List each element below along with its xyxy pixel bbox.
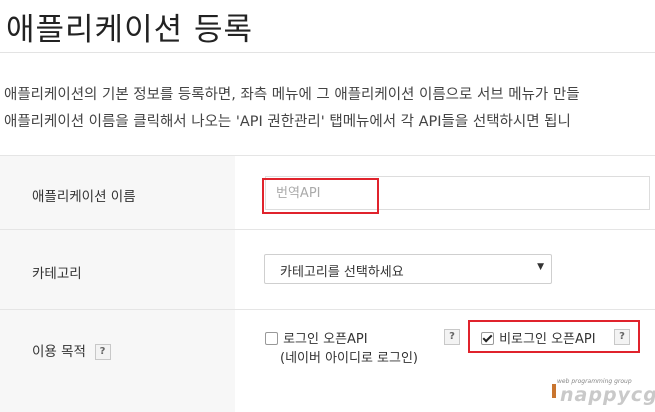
help-icon[interactable]: ? (94, 344, 111, 360)
login-openapi-checkbox[interactable] (265, 332, 278, 345)
login-openapi-sublabel: (네이버 아이디로 로그인) (280, 351, 419, 366)
app-name-row: 애플리케이션 이름 (0, 155, 655, 230)
login-openapi-option[interactable]: 로그인 오픈API (265, 328, 368, 347)
page-description: 애플리케이션의 기본 정보를 등록하면, 좌측 메뉴에 그 애플리케이션 이름으… (4, 82, 655, 136)
purpose-row: 이용 목적 ? 로그인 오픈API (네이버 아이디로 로그인) ? 비로그인 … (0, 309, 655, 412)
category-row: 카테고리 카테고리를 선택하세요 ▼ (0, 229, 655, 310)
app-name-label: 애플리케이션 이름 (32, 189, 136, 205)
highlight-box-nonlogin (468, 320, 640, 353)
highlight-box-app-name (262, 178, 379, 214)
title-divider (0, 52, 655, 53)
category-label: 카테고리 (32, 266, 82, 282)
help-icon[interactable]: ? (444, 329, 460, 345)
category-select-value: 카테고리를 선택하세요 (280, 265, 404, 280)
description-line-1: 애플리케이션의 기본 정보를 등록하면, 좌측 메뉴에 그 애플리케이션 이름으… (4, 87, 580, 103)
description-line-2: 애플리케이션 이름을 클릭해서 나오는 'API 권한관리' 탭메뉴에서 각 A… (4, 114, 571, 130)
page-title: 애플리케이션 등록 (6, 12, 254, 48)
category-select[interactable]: 카테고리를 선택하세요 ▼ (264, 254, 552, 284)
watermark-brand: nappycgi (560, 384, 655, 406)
watermark-logo-mark (552, 384, 556, 398)
login-openapi-label: 로그인 오픈API (283, 332, 368, 347)
purpose-label-group: 이용 목적 ? (32, 340, 111, 360)
chevron-down-icon: ▼ (537, 262, 544, 272)
purpose-label: 이용 목적 (32, 344, 86, 360)
